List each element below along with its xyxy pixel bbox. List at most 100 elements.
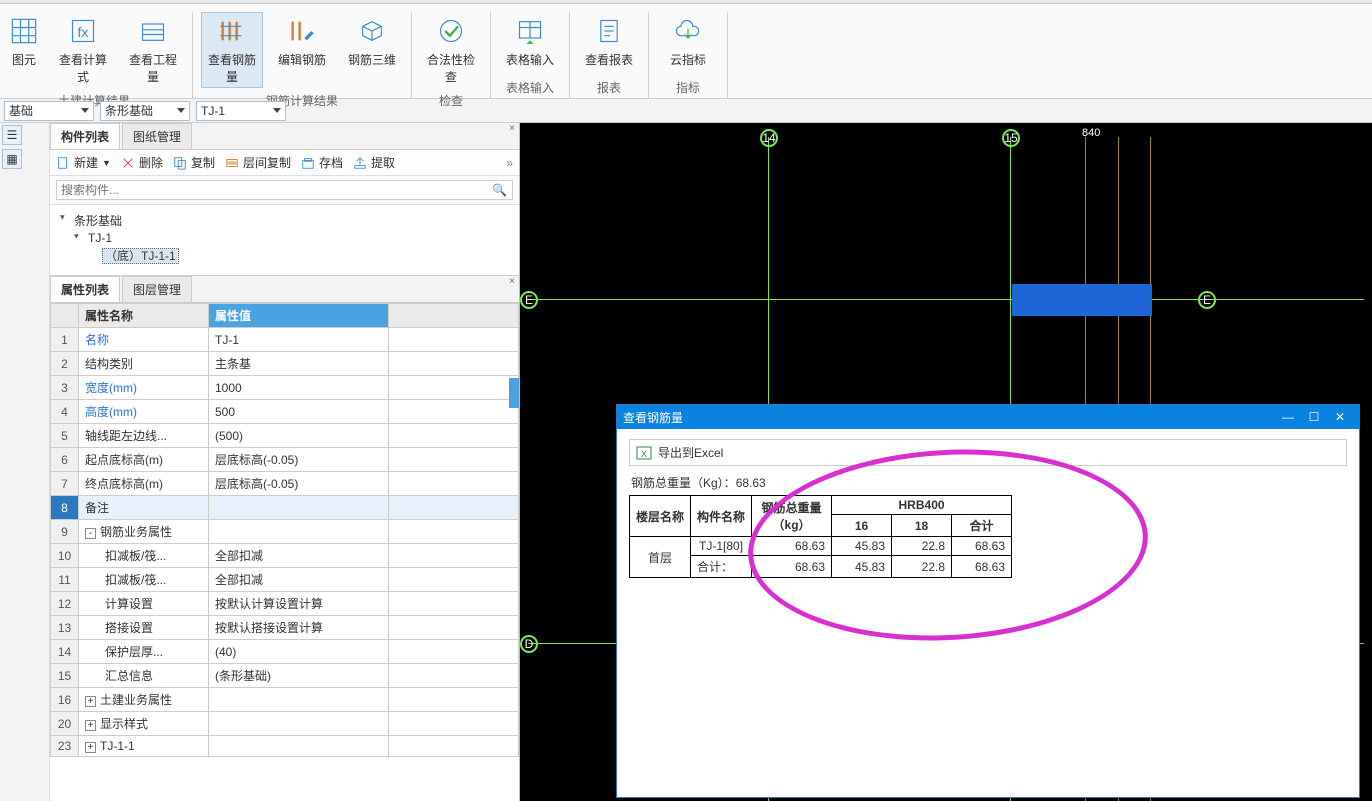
btn-floor-copy[interactable]: 层间复制 — [225, 154, 291, 171]
prop-row[interactable]: 23+TJ-1-1 — [51, 736, 519, 757]
calc-formula-icon: fx — [67, 15, 99, 47]
btn-label: 复制 — [191, 154, 215, 171]
prop-value[interactable]: 按默认计算设置计算 — [209, 592, 389, 616]
component-select[interactable]: TJ-1 — [196, 101, 286, 121]
selected-element[interactable] — [1012, 284, 1152, 316]
splitter-handle[interactable] — [509, 378, 519, 408]
expander-icon[interactable]: + — [85, 742, 96, 753]
prop-row[interactable]: 7终点底标高(m)层底标高(-0.05) — [51, 472, 519, 496]
th-sum: 合计 — [952, 515, 1012, 537]
tab-layer-mgmt[interactable]: 图层管理 — [122, 276, 192, 302]
grid-view-icon[interactable]: ▦ — [2, 149, 22, 169]
ribbon-btn-validity[interactable]: 合法性检查 — [420, 12, 482, 88]
ribbon-btn-edit-rebar[interactable]: 编辑钢筋 — [271, 12, 333, 88]
property-panel: 属性列表 图层管理 × 属性名称 属性值 — [50, 276, 519, 801]
prop-value[interactable]: TJ-1 — [209, 328, 389, 352]
component-tree[interactable]: 条形基础 TJ-1 （底）TJ-1-1 — [50, 205, 519, 275]
axis-label-e-right: E — [1198, 291, 1216, 309]
prop-value[interactable] — [209, 496, 389, 520]
panel2-tabs: 属性列表 图层管理 × — [50, 276, 519, 303]
popup-titlebar[interactable]: 查看钢筋量 — ☐ ✕ — [617, 405, 1359, 429]
property-grid[interactable]: 属性名称 属性值 1名称TJ-12结构类别主条基3宽度(mm)10004高度(m… — [50, 303, 519, 801]
prop-row[interactable]: 4高度(mm)500 — [51, 400, 519, 424]
expander-icon[interactable]: - — [85, 528, 96, 539]
category-select-1[interactable]: 基础 — [4, 101, 94, 121]
prop-extra — [389, 448, 519, 472]
btn-delete[interactable]: 删除 — [121, 154, 163, 171]
prop-value[interactable] — [209, 520, 389, 544]
prop-row[interactable]: 13搭接设置按默认搭接设置计算 — [51, 616, 519, 640]
tab-drawing-mgmt[interactable]: 图纸管理 — [122, 123, 192, 149]
prop-row[interactable]: 12计算设置按默认计算设置计算 — [51, 592, 519, 616]
btn-copy[interactable]: 复制 — [173, 154, 215, 171]
prop-value[interactable]: 500 — [209, 400, 389, 424]
export-button[interactable]: X 导出到Excel — [629, 439, 1347, 466]
tab-component-list[interactable]: 构件列表 — [50, 123, 120, 149]
prop-row[interactable]: 14保护层厚...(40) — [51, 640, 519, 664]
tree-node-root[interactable]: 条形基础 — [60, 211, 509, 230]
ribbon-btn-rebar-3d[interactable]: 钢筋三维 — [341, 12, 403, 88]
prop-value[interactable]: (500) — [209, 424, 389, 448]
prop-row[interactable]: 2结构类别主条基 — [51, 352, 519, 376]
ribbon-label: 图元 — [12, 51, 36, 68]
search-icon[interactable]: 🔍 — [492, 183, 507, 197]
tree-node-leaf[interactable]: （底）TJ-1-1 — [88, 246, 509, 265]
prop-row[interactable]: 10扣减板/筏...全部扣减 — [51, 544, 519, 568]
minimize-icon[interactable]: — — [1275, 410, 1301, 424]
btn-label: 删除 — [139, 154, 163, 171]
prop-value[interactable]: 全部扣减 — [209, 568, 389, 592]
ribbon-btn-cloud[interactable]: 云指标 — [657, 12, 719, 71]
category-select-2[interactable]: 条形基础 — [100, 101, 190, 121]
ribbon-btn-report[interactable]: 查看报表 — [578, 12, 640, 71]
list-view-icon[interactable]: ☰ — [2, 125, 22, 145]
ribbon-btn-view-rebar[interactable]: 查看钢筋量 — [201, 12, 263, 88]
row-number: 10 — [51, 544, 79, 568]
prop-value[interactable] — [209, 736, 389, 757]
btn-extract[interactable]: 提取 — [353, 154, 395, 171]
prop-value[interactable]: 层底标高(-0.05) — [209, 448, 389, 472]
prop-value[interactable]: (条形基础) — [209, 664, 389, 688]
ribbon-btn-view-calc[interactable]: fx 查看计算式 — [52, 12, 114, 88]
ribbon-btn-view-qty[interactable]: 查看工程量 — [122, 12, 184, 88]
prop-row[interactable]: 8备注 — [51, 496, 519, 520]
chevron-down-icon — [177, 108, 185, 113]
prop-value[interactable]: 层底标高(-0.05) — [209, 472, 389, 496]
prop-row[interactable]: 5轴线距左边线...(500) — [51, 424, 519, 448]
prop-value[interactable] — [209, 712, 389, 736]
close-icon[interactable]: × — [509, 123, 515, 134]
prop-value[interactable]: 主条基 — [209, 352, 389, 376]
ribbon-btn-yutuyuan[interactable]: 图元 — [4, 12, 44, 88]
cell-val: 68.63 — [952, 556, 1012, 578]
prop-name: 轴线距左边线... — [79, 424, 209, 448]
prop-row[interactable]: 15汇总信息(条形基础) — [51, 664, 519, 688]
prop-row[interactable]: 6起点底标高(m)层底标高(-0.05) — [51, 448, 519, 472]
prop-value[interactable]: 全部扣减 — [209, 544, 389, 568]
prop-row[interactable]: 16+土建业务属性 — [51, 688, 519, 712]
prop-row[interactable]: 3宽度(mm)1000 — [51, 376, 519, 400]
ribbon-btn-table-input[interactable]: 表格输入 — [499, 12, 561, 71]
close-icon[interactable]: ✕ — [1327, 410, 1353, 424]
prop-name: 计算设置 — [79, 592, 209, 616]
btn-archive[interactable]: 存档 — [301, 154, 343, 171]
prop-row[interactable]: 20+显示样式 — [51, 712, 519, 736]
cell-total-label: 合计： — [691, 556, 752, 578]
tree-node-child[interactable]: TJ-1 — [74, 230, 509, 246]
prop-extra — [389, 616, 519, 640]
prop-value[interactable]: (40) — [209, 640, 389, 664]
prop-value[interactable]: 按默认搭接设置计算 — [209, 616, 389, 640]
ribbon: 图元 fx 查看计算式 查看工程量 土建计算结果 查看钢筋量 编辑钢筋 — [0, 4, 1372, 99]
btn-new[interactable]: 新建 ▼ — [56, 154, 111, 171]
prop-row[interactable]: 9-钢筋业务属性 — [51, 520, 519, 544]
tab-prop-list[interactable]: 属性列表 — [50, 276, 120, 302]
search-input[interactable] — [56, 180, 513, 200]
more-icon[interactable]: » — [506, 156, 513, 170]
prop-extra — [389, 328, 519, 352]
prop-row[interactable]: 11扣减板/筏...全部扣减 — [51, 568, 519, 592]
prop-row[interactable]: 1名称TJ-1 — [51, 328, 519, 352]
prop-value[interactable]: 1000 — [209, 376, 389, 400]
maximize-icon[interactable]: ☐ — [1301, 410, 1327, 424]
prop-value[interactable] — [209, 688, 389, 712]
expander-icon[interactable]: + — [85, 720, 96, 731]
close-icon[interactable]: × — [509, 276, 515, 287]
expander-icon[interactable]: + — [85, 696, 96, 707]
